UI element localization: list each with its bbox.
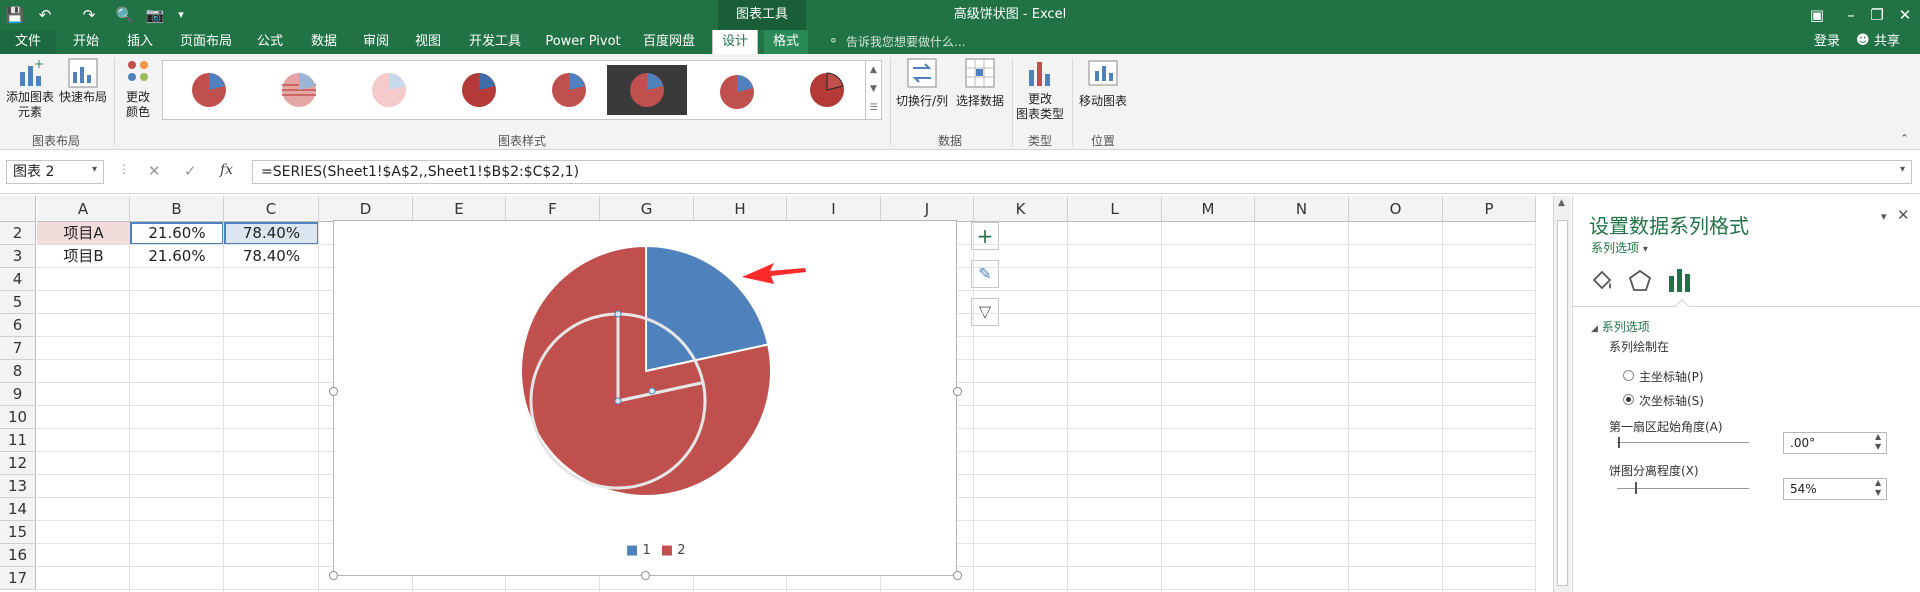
annotation-arrow-chart (742, 263, 806, 284)
first-slice-angle-spinner-icon[interactable]: ▲ ▼ (1875, 432, 1881, 452)
pie-explosion-label: 饼图分离程度(X) (1609, 464, 1699, 478)
series-options-bar-icon[interactable] (1667, 266, 1693, 294)
secondary-axis-label: 次坐标轴(S) (1639, 394, 1704, 408)
collapse-triangle-icon: ◢ (1591, 324, 1598, 334)
fill-line-icon[interactable] (1589, 268, 1615, 294)
primary-axis-label: 主坐标轴(P) (1639, 370, 1704, 384)
secondary-axis-radio[interactable] (1623, 394, 1634, 405)
chevron-down-icon: ▾ (1642, 244, 1648, 255)
radio-selected-dot (1626, 397, 1631, 402)
active-tab-pointer (1674, 298, 1690, 314)
first-slice-angle-input[interactable]: .00° (1783, 432, 1887, 454)
pane-title: 设置数据系列格式 (1589, 214, 1749, 238)
pane-close-icon[interactable]: ✕ (1897, 206, 1910, 224)
plot-series-on-label: 系列绘制在 (1609, 340, 1670, 354)
pane-options-icon[interactable]: ▾ (1881, 210, 1887, 223)
pie-explosion-thumb[interactable] (1634, 482, 1637, 494)
scroll-thumb[interactable] (1557, 220, 1568, 586)
pie-explosion-input[interactable]: 54% (1783, 478, 1887, 500)
vertical-scrollbar[interactable]: ▲ (1553, 196, 1571, 592)
pie-explosion-spinner-icon[interactable]: ▲ ▼ (1875, 478, 1881, 498)
pane-divider (1573, 306, 1920, 307)
effects-pentagon-icon[interactable] (1627, 268, 1653, 294)
first-slice-angle-label: 第一扇区起始角度(A) (1609, 420, 1723, 434)
series-options-label: 系列选项 (1591, 241, 1640, 255)
series-options-dropdown[interactable]: 系列选项 ▾ (1591, 239, 1648, 256)
section-series-options[interactable]: ◢ 系列选项 (1591, 318, 1650, 335)
primary-axis-radio[interactable] (1623, 370, 1634, 381)
first-slice-angle-slider[interactable] (1617, 442, 1749, 443)
format-data-series-pane: 设置数据系列格式 ▾ ✕ 系列选项 ▾ ◢ 系列选项 系列绘制在 主坐标轴(P)… (1572, 196, 1920, 592)
first-slice-angle-thumb[interactable] (1618, 437, 1620, 448)
scroll-up-icon[interactable]: ▲ (1558, 198, 1565, 208)
section-series-options-label: 系列选项 (1601, 320, 1650, 334)
